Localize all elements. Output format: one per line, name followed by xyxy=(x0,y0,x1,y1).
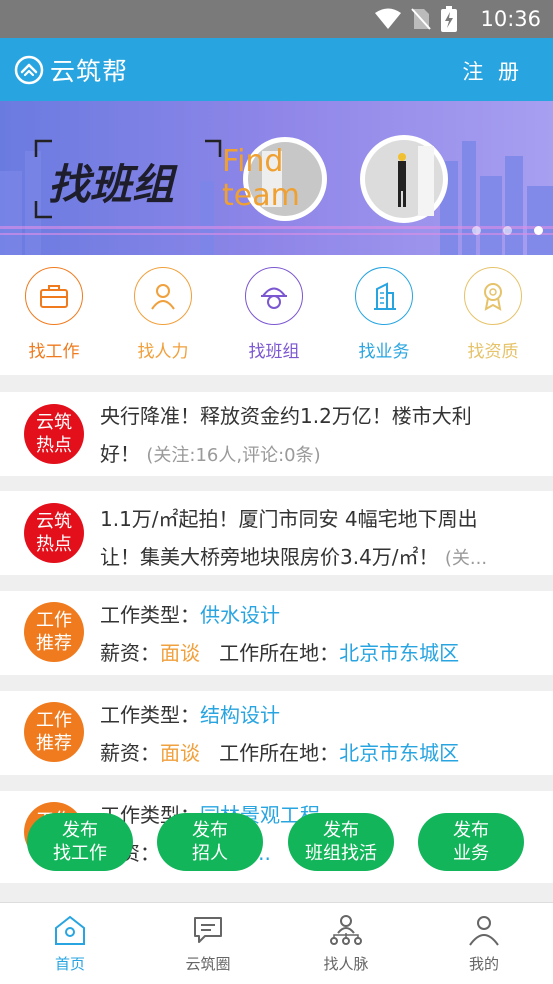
job-location: 北京市东城区 xyxy=(339,641,460,665)
wifi-icon xyxy=(375,8,401,29)
bottom-tab-bar: 首页 云筑圈 找人脉 我的 xyxy=(0,902,553,984)
tab-home[interactable]: 首页 xyxy=(20,911,120,974)
job-salary: 面谈 xyxy=(160,741,200,765)
banner-image: 找班组 Find team xyxy=(0,101,553,255)
app-logo: 云筑帮 xyxy=(14,52,128,88)
award-icon xyxy=(484,283,502,311)
category-label: 找班组 xyxy=(248,342,300,362)
post-business-button[interactable]: 发布 业务 xyxy=(418,813,524,871)
category-label: 找业务 xyxy=(358,342,410,362)
app-name: 云筑帮 xyxy=(50,57,129,86)
category-find-team[interactable]: 找班组 xyxy=(234,267,314,362)
banner-carousel[interactable]: 找班组 Find team xyxy=(0,101,553,255)
carousel-dot[interactable] xyxy=(503,226,512,235)
category-label: 找资质 xyxy=(467,342,519,362)
carousel-dot-active[interactable] xyxy=(534,226,543,235)
banner-subtitle-2: team xyxy=(222,178,300,213)
job-type: 结构设计 xyxy=(200,703,280,727)
banner-title: 找班组 xyxy=(48,160,178,209)
news-title: 1.1万/㎡起拍！厦门市同安 4幅宅地下周出 xyxy=(100,507,478,531)
briefcase-icon xyxy=(40,285,68,308)
no-sim-icon xyxy=(411,8,431,30)
hot-news-badge: 云筑 热点 xyxy=(24,404,84,464)
status-bar: 10:36 xyxy=(0,0,553,38)
post-find-job-button[interactable]: 发布 找工作 xyxy=(27,813,133,871)
logo-icon xyxy=(14,55,44,85)
news-card[interactable]: 云筑 热点 央行降准！释放资金约1.2万亿！楼市大利 好！ (关注:16人,评论:… xyxy=(0,392,553,476)
category-grid: 找工作 找人力 找班组 找业务 找资质 xyxy=(0,255,553,375)
job-type: 供水设计 xyxy=(200,603,280,627)
job-card[interactable]: 工作 推荐 工作类型：供水设计 薪资：面谈 工作所在地：北京市东城区 xyxy=(0,591,553,675)
status-time: 10:36 xyxy=(480,7,541,31)
news-title: 央行降准！释放资金约1.2万亿！楼市大利 xyxy=(100,404,472,428)
helmet-icon xyxy=(261,287,287,309)
carousel-dots xyxy=(472,226,543,235)
tab-label: 找人脉 xyxy=(323,955,369,973)
home-icon xyxy=(55,915,85,945)
job-recommend-badge: 工作推荐 xyxy=(24,602,84,662)
building-icon xyxy=(374,282,396,310)
category-find-manpower[interactable]: 找人力 xyxy=(123,267,203,362)
category-find-business[interactable]: 找业务 xyxy=(344,267,424,362)
register-button[interactable]: 注 册 xyxy=(462,56,523,86)
person-icon xyxy=(151,284,175,310)
banner-subtitle-1: Find xyxy=(222,144,283,179)
category-label: 找工作 xyxy=(28,342,80,362)
tab-yunzhu-circle[interactable]: 云筑圈 xyxy=(158,911,258,974)
post-team-job-button[interactable]: 发布 班组找活 xyxy=(288,813,394,871)
tab-label: 首页 xyxy=(54,955,85,973)
news-title-cont: 好！ xyxy=(100,442,140,466)
job-salary: 面谈 xyxy=(160,641,200,665)
tab-label: 云筑圈 xyxy=(185,955,231,973)
category-label: 找人力 xyxy=(137,342,189,362)
network-icon xyxy=(330,915,362,945)
job-location: 北京市东城区 xyxy=(339,741,460,765)
hot-news-badge: 云筑 热点 xyxy=(24,503,84,563)
news-meta: (关... xyxy=(444,548,488,569)
category-find-job[interactable]: 找工作 xyxy=(14,267,94,362)
user-icon xyxy=(469,916,499,946)
news-card[interactable]: 云筑 热点 1.1万/㎡起拍！厦门市同安 4幅宅地下周出 让！集美大桥旁地块限房价… xyxy=(0,491,553,575)
post-hiring-button[interactable]: 发布 招人 xyxy=(157,813,263,871)
carousel-dot[interactable] xyxy=(472,226,481,235)
news-meta: (关注:16人,评论:0条) xyxy=(146,445,321,466)
job-recommend-badge: 工作推荐 xyxy=(24,702,84,762)
app-header: 云筑帮 注 册 xyxy=(0,38,553,101)
tab-find-contacts[interactable]: 找人脉 xyxy=(296,911,396,974)
job-card[interactable]: 工作 推荐 工作类型：结构设计 薪资：面谈 工作所在地：北京市东城区 xyxy=(0,691,553,775)
category-find-qualification[interactable]: 找资质 xyxy=(453,267,533,362)
chat-icon xyxy=(194,917,222,943)
tab-label: 我的 xyxy=(468,955,499,973)
battery-charging-icon xyxy=(441,6,457,32)
news-title-cont: 让！集美大桥旁地块限房价3.4万/㎡！ xyxy=(100,545,439,569)
tab-me[interactable]: 我的 xyxy=(434,911,534,974)
